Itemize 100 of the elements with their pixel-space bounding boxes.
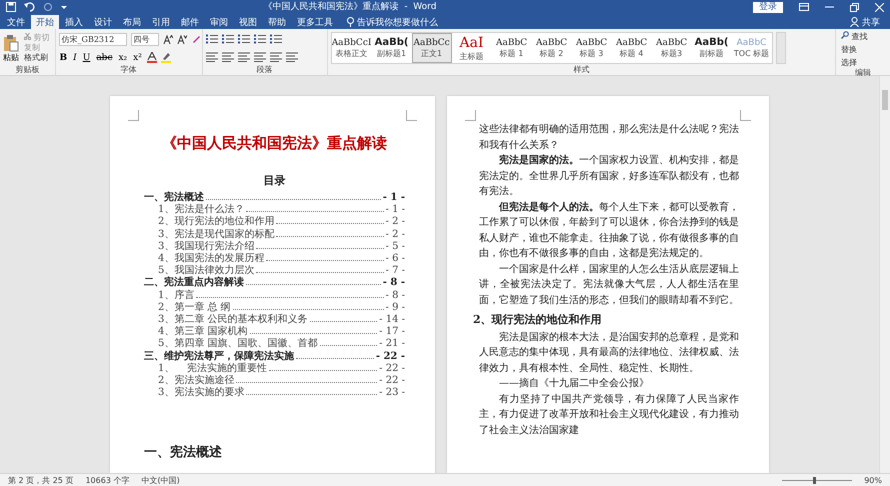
crop-mark [128, 110, 139, 121]
gallery-scrollbar[interactable] [776, 32, 786, 64]
style-option[interactable]: AaBbCcI 表格正文 [332, 33, 372, 63]
crop-mark [465, 110, 476, 121]
style-option[interactable]: AaBbC TOC 标题 [732, 33, 772, 63]
zoom-slider-thumb[interactable] [812, 476, 816, 484]
format-button[interactable]: U [82, 52, 92, 63]
group-label: 剪贴板 [14, 65, 40, 75]
ribbon-tab[interactable]: 设计 [89, 15, 117, 29]
text-color-icon[interactable] [146, 52, 157, 64]
style-option[interactable]: AaBbC 标题 4 [612, 33, 652, 63]
ribbon-tab[interactable]: 引用 [147, 15, 175, 29]
toc-entry[interactable]: 2、现行宪法的地位和作用 - 2 - [144, 216, 405, 229]
window-title: 《中国人民共和国宪法》重点解读 - Word [264, 0, 436, 14]
list-icon[interactable] [222, 34, 234, 44]
list-icon[interactable] [254, 34, 266, 44]
toc-entry[interactable]: 2、第一章 总 纲 - 9 - [144, 302, 405, 314]
toc-entry[interactable]: 一、宪法概述 - 1 - [144, 192, 405, 204]
ribbon-tab[interactable]: 布局 [118, 15, 146, 29]
person-icon [850, 17, 859, 27]
toc-heading: 目录 [262, 173, 286, 188]
grow-font-icon[interactable] [162, 34, 173, 44]
crop-mark [740, 110, 751, 121]
crop-mark [406, 110, 417, 121]
ribbon-tab[interactable]: 更多工具 [292, 15, 338, 29]
align-text-icon[interactable] [286, 52, 298, 62]
customize-caret-icon[interactable] [61, 4, 67, 10]
list-icon[interactable] [206, 34, 218, 44]
ribbon-tab[interactable]: 插入 [60, 15, 88, 29]
body-paragraph: 这些法律都有明确的适用范围，那么宪法是什么法呢？宪法和我有什么关系？ [479, 122, 739, 152]
style-option[interactable]: AaBbCc 正文1 [412, 33, 452, 63]
minimize-icon[interactable] [825, 6, 834, 8]
toc-entry[interactable]: 二、宪法重点内容解读 - 8 - [144, 277, 405, 290]
font-name-dropdown[interactable]: 仿宋_GB2312 [58, 32, 127, 46]
format-button[interactable]: B [58, 52, 68, 63]
ribbon-tab[interactable]: 审阅 [205, 15, 233, 29]
toc-entry[interactable]: 3、第二章 公民的基本权利和义务 - 14 - [144, 314, 405, 326]
format-painter-button[interactable]: 格式刷 [22, 53, 52, 63]
toc-entry[interactable]: 1、序言 - 8 - [144, 290, 405, 302]
close-icon[interactable] [875, 2, 884, 12]
group-label: 样式 [572, 65, 590, 75]
align-text-icon[interactable] [270, 52, 282, 62]
style-option[interactable]: AaBb( 副标题 [692, 33, 732, 63]
format-button[interactable]: x₂ [117, 52, 128, 63]
ribbon-tab[interactable]: 文件 [2, 15, 30, 29]
ribbon-tab[interactable]: 开始 [31, 15, 59, 29]
body-paragraph: 但宪法是每个人的法。每个人生下来，都可以受教育，工作累了可以休假，年龄到了可以退休，你合法挣到的钱是私人财产，谁也不能拿走。往抽象了说，你有做很多事的自由，你也有不做很多事的自由，这都是宪法规定的。 [479, 200, 739, 261]
shrink-font-icon[interactable] [176, 34, 187, 44]
toc-entry[interactable]: 4、我国宪法的发展历程 - 6 - [144, 253, 405, 266]
body-paragraph: 有力坚持了中国共产党领导，有力保障了人民当家作主，有力促进了改革开放和社会主义现代化建设，有力推动了社会主义法治国家建 [479, 392, 739, 438]
format-button[interactable]: I [72, 52, 78, 63]
vertical-scrollbar[interactable] [879, 76, 890, 473]
highlight-pen-icon[interactable] [190, 34, 201, 44]
lightbulb-icon [347, 17, 354, 27]
style-option[interactable]: AaBbC 标题 3 [572, 33, 612, 63]
align-text-icon[interactable] [238, 52, 250, 62]
page-count: 第 2 页，共 25 页 [8, 474, 74, 486]
toc-entry[interactable]: 3、宪法实施的要求 - 23 - [144, 387, 405, 400]
login-button[interactable]: 登录 [753, 2, 784, 12]
highlight-color-icon[interactable] [160, 52, 171, 64]
body-paragraph: 宪法是国家的根本大法，是治国安邦的总章程，是党和人民意志的集中体现，具有最高的法律地位、法律权威、法律效力，具有根本性、全局性、稳定性、长期性。 [479, 330, 739, 376]
toc-entry[interactable]: 1、宪法是什么法？ - 1 - [144, 204, 405, 216]
format-button[interactable]: x² [132, 52, 143, 63]
replace-button[interactable]: 替换 [839, 45, 859, 55]
toc-entry[interactable]: 三、维护宪法尊严，保障宪法实施 - 22 - [144, 350, 405, 363]
scissors-icon [24, 33, 31, 40]
align-text-icon[interactable] [254, 52, 266, 62]
style-option[interactable]: AaBbC 标题 2 [532, 33, 572, 63]
format-button[interactable]: abc [95, 52, 114, 63]
style-option[interactable]: AaBb( 副标题1 [372, 33, 412, 63]
ribbon-display-icon[interactable] [799, 3, 810, 11]
save-icon[interactable] [6, 2, 16, 12]
list-icon[interactable] [270, 34, 282, 44]
body-paragraph: ——摘自《十九届二中全会公报》 [498, 376, 650, 391]
ribbon-tab[interactable]: 视图 [234, 15, 262, 29]
toc-entry[interactable]: 3、宪法是现代国家的标配 - 2 - [144, 228, 405, 241]
ribbon-tab[interactable]: 帮助 [263, 15, 291, 29]
paste-button[interactable]: 粘贴 [3, 34, 19, 62]
font-size-dropdown[interactable]: 四号 [130, 32, 159, 46]
body-paragraph: 一个国家是什么样，国家里的人怎么生活从底层逻辑上讲，全被宪法决定了。宪法就像大气层，人人都生活在里面，它塑造了我们生活的形态，但我们的眼睛却看不到它。 [479, 262, 739, 308]
style-option[interactable]: AaBbC 标题 1 [492, 33, 532, 63]
select-button[interactable]: 选择 [839, 58, 859, 68]
toc-entry[interactable]: 5、我国法律效力层次 - 7 - [144, 265, 405, 278]
style-option[interactable]: AaI 主标题 [452, 33, 492, 63]
ribbon-tab[interactable]: 邮件 [176, 15, 204, 29]
toc-entry[interactable]: 4、第三章 国家机构 - 17 - [144, 326, 405, 338]
toc-entry[interactable]: 5、第四章 国旗、国歌、国徽、首都 - 21 - [144, 338, 405, 351]
restore-icon[interactable] [850, 2, 860, 12]
style-option[interactable]: AaBbC 标题3 [652, 33, 692, 63]
list-icon[interactable] [238, 34, 250, 44]
share-button[interactable]: 共享 [850, 15, 880, 29]
toc-entry[interactable]: 3、我国现行宪法介绍 - 5 - [144, 240, 405, 254]
tell-me-search[interactable]: 告诉我你想要做什么 [347, 15, 438, 29]
find-button[interactable]: 查找 [839, 31, 870, 42]
undo-icon[interactable] [24, 2, 35, 12]
toc-entry[interactable]: 2、宪法实施途径 - 22 - [144, 375, 405, 388]
align-text-icon[interactable] [222, 52, 234, 62]
align-text-icon[interactable] [206, 52, 218, 62]
toc-entry[interactable]: 1、 宪法实施的重要性 - 22 - [144, 362, 405, 376]
document-title: 《中国人民共和国宪法》重点解读 [161, 134, 388, 153]
